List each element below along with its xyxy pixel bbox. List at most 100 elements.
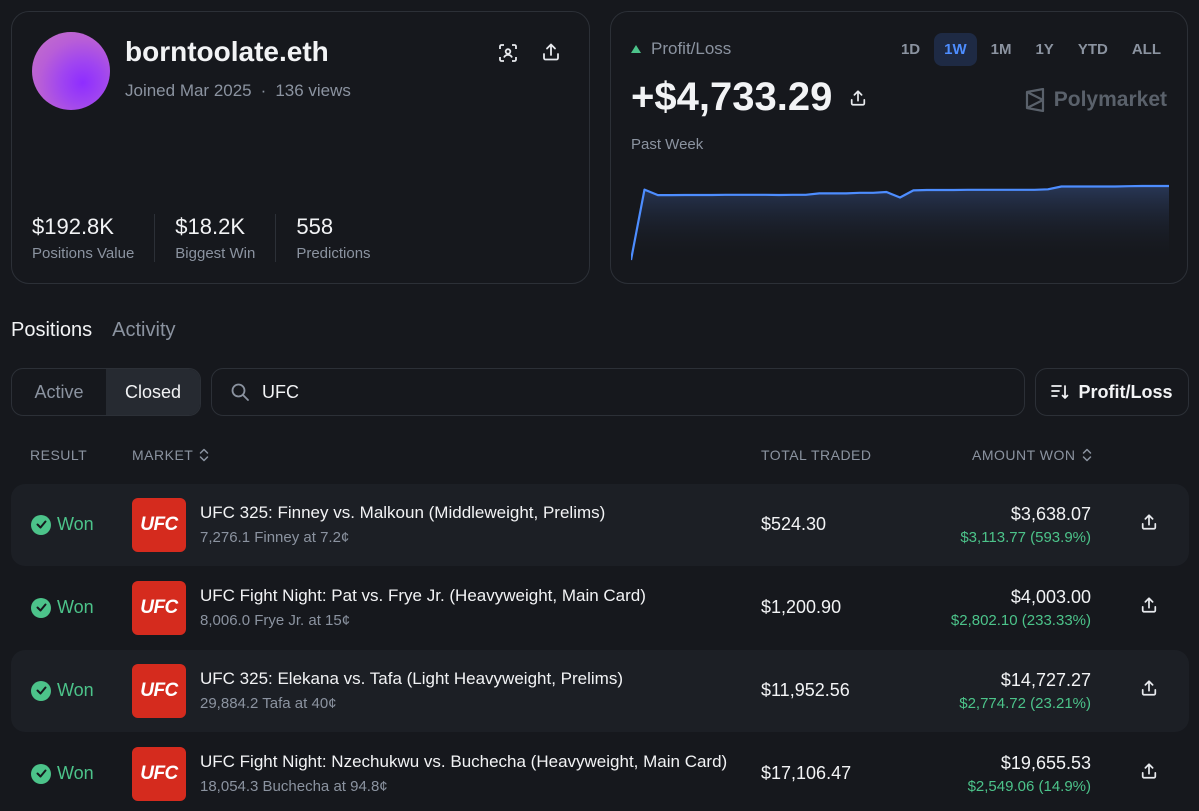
result-cell: Won — [31, 763, 94, 784]
header-total-traded: TOTAL TRADED — [761, 447, 872, 463]
tab-positions[interactable]: Positions — [11, 319, 92, 342]
amount-won-gain: $2,549.06 (14.9%) — [967, 778, 1091, 795]
amount-won-value: $14,727.27 — [1000, 670, 1091, 690]
share-icon[interactable] — [1140, 762, 1158, 785]
share-icon[interactable] — [1140, 596, 1158, 619]
profile-card: borntoolate.eth Joined Mar 2025 · 136 view… — [11, 11, 590, 284]
view-count: 136 views — [275, 81, 351, 100]
share-icon[interactable] — [1140, 679, 1158, 702]
result-cell: Won — [31, 597, 94, 618]
amount-won: $3,638.07 $3,113.77 (593.9%) — [960, 504, 1091, 546]
amount-won: $14,727.27 $2,774.72 (23.21%) — [959, 670, 1091, 712]
header-market-label: MARKET — [132, 447, 194, 463]
result-label: Won — [57, 514, 94, 534]
range-tabs: 1D 1W 1M 1Y YTD ALL — [887, 33, 1171, 66]
header-amount-won-label: AMOUNT WON — [972, 447, 1076, 463]
range-tab-all[interactable]: ALL — [1122, 33, 1171, 66]
amount-won-gain: $3,113.77 (593.9%) — [960, 529, 1091, 546]
header-result: RESULT — [30, 447, 88, 463]
check-circle-icon — [31, 680, 51, 701]
amount-won-value: $4,003.00 — [1010, 587, 1091, 607]
sort-arrows-icon — [1082, 448, 1091, 462]
amount-won-gain: $2,774.72 (23.21%) — [959, 695, 1091, 712]
stat-value: 558 — [296, 214, 334, 239]
table-row[interactable]: Won UFC UFC Fight Night: Nzechukwu vs. B… — [11, 733, 1189, 811]
pnl-label-text: Profit/Loss — [651, 39, 732, 58]
market-title[interactable]: UFC Fight Night: Pat vs. Frye Jr. (Heavy… — [200, 586, 646, 606]
market-position: 29,884.2 Tafa at 40¢ — [200, 695, 337, 712]
username: borntoolate.eth — [125, 36, 329, 67]
ufc-logo: UFC — [132, 581, 186, 635]
stat-label: Positions Value — [32, 245, 135, 262]
range-tab-1m[interactable]: 1M — [981, 33, 1022, 66]
scan-icon[interactable] — [496, 41, 520, 65]
search-box — [211, 368, 1025, 416]
share-icon[interactable] — [846, 86, 870, 110]
table-row[interactable]: Won UFC UFC 325: Elekana vs. Tafa (Light… — [11, 650, 1189, 732]
market-title[interactable]: UFC Fight Night: Nzechukwu vs. Buchecha … — [200, 752, 727, 772]
result-label: Won — [57, 680, 94, 700]
total-traded: $17,106.47 — [761, 763, 852, 783]
pnl-card: Profit/Loss 1D 1W 1M 1Y YTD ALL +$4,733.… — [610, 11, 1188, 284]
avatar[interactable] — [32, 32, 110, 110]
market-position: 7,276.1 Finney at 7.2¢ — [200, 529, 350, 546]
stat-biggest-win: $18.2K Biggest Win — [175, 214, 277, 262]
filter-closed[interactable]: Closed — [106, 369, 200, 415]
range-tab-1y[interactable]: 1Y — [1025, 33, 1063, 66]
amount-won-value: $3,638.07 — [1010, 504, 1091, 524]
sort-icon — [1051, 385, 1069, 399]
pnl-value: +$4,733.29 — [631, 75, 870, 120]
profile-stats: $192.8K Positions Value $18.2K Biggest W… — [32, 214, 411, 262]
tab-activity[interactable]: Activity — [112, 319, 175, 342]
market-title[interactable]: UFC 325: Finney vs. Malkoun (Middleweigh… — [200, 503, 605, 523]
ufc-logo: UFC — [132, 664, 186, 718]
polymarket-logo-icon — [1025, 88, 1044, 112]
sort-arrows-icon — [200, 448, 209, 462]
range-tab-1w[interactable]: 1W — [934, 33, 977, 66]
stat-label: Biggest Win — [175, 245, 256, 262]
ufc-logo: UFC — [132, 498, 186, 552]
stat-positions-value: $192.8K Positions Value — [32, 214, 156, 262]
share-icon[interactable] — [1140, 513, 1158, 536]
ufc-logo: UFC — [132, 747, 186, 801]
joined-date: Joined Mar 2025 — [125, 81, 252, 100]
check-circle-icon — [31, 514, 51, 535]
result-label: Won — [57, 763, 94, 783]
amount-won-value: $19,655.53 — [1000, 753, 1091, 773]
result-cell: Won — [31, 514, 94, 535]
meta-separator: · — [260, 81, 267, 100]
check-circle-icon — [31, 763, 51, 784]
stat-predictions: 558 Predictions — [296, 214, 390, 262]
up-triangle-icon — [631, 45, 641, 53]
share-icon[interactable] — [539, 40, 563, 64]
header-market[interactable]: MARKET — [132, 447, 209, 463]
amount-won-gain: $2,802.10 (233.33%) — [950, 612, 1091, 629]
sort-button[interactable]: Profit/Loss — [1035, 368, 1189, 416]
range-tab-ytd[interactable]: YTD — [1068, 33, 1118, 66]
period-label: Past Week — [631, 136, 704, 153]
profile-meta: Joined Mar 2025 · 136 views — [125, 81, 351, 101]
pnl-amount: +$4,733.29 — [631, 75, 833, 119]
stat-value: $18.2K — [175, 214, 246, 239]
stat-value: $192.8K — [32, 214, 114, 239]
polymarket-brand: Polymarket — [1024, 88, 1167, 112]
total-traded: $1,200.90 — [761, 597, 842, 617]
market-position: 18,054.3 Buchecha at 94.8¢ — [200, 778, 388, 795]
market-title[interactable]: UFC 325: Elekana vs. Tafa (Light Heavywe… — [200, 669, 623, 689]
header-amount-won[interactable]: AMOUNT WON — [972, 447, 1092, 463]
stat-label: Predictions — [296, 245, 371, 262]
filter-active[interactable]: Active — [12, 369, 106, 415]
amount-won: $19,655.53 $2,549.06 (14.9%) — [968, 753, 1091, 795]
search-input[interactable] — [262, 381, 962, 403]
main-tabs: Positions Activity — [11, 319, 196, 342]
search-icon — [231, 383, 249, 401]
result-label: Won — [57, 597, 94, 617]
total-traded: $11,952.56 — [761, 680, 850, 700]
amount-won: $4,003.00 $2,802.10 (233.33%) — [951, 587, 1091, 629]
market-position: 8,006.0 Frye Jr. at 15¢ — [200, 612, 351, 629]
sort-label: Profit/Loss — [1078, 381, 1173, 402]
table-row[interactable]: Won UFC UFC 325: Finney vs. Malkoun (Mid… — [11, 484, 1189, 566]
range-tab-1d[interactable]: 1D — [891, 33, 930, 66]
table-row[interactable]: Won UFC UFC Fight Night: Pat vs. Frye Jr… — [11, 567, 1189, 649]
brand-name: Polymarket — [1053, 88, 1167, 111]
